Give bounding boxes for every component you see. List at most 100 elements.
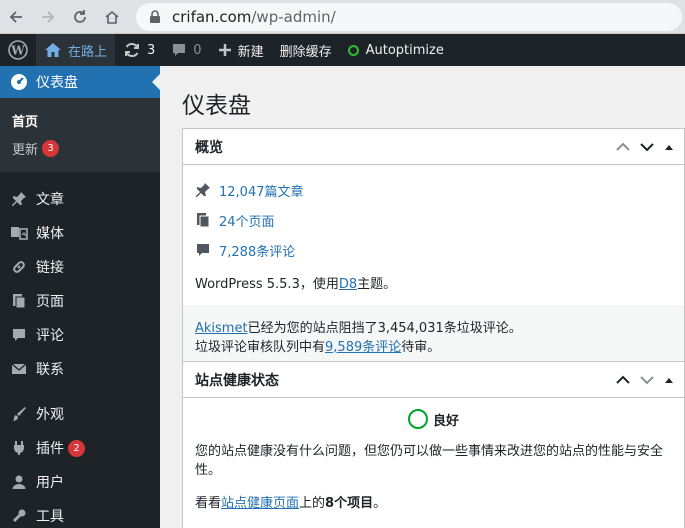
move-up-button[interactable] — [616, 375, 630, 385]
widget-header: 站点健康状态 — [183, 362, 684, 398]
sidebar-item-label: 媒体 — [36, 226, 64, 242]
glance-list: 12,047篇文章 24个页面 7,288条评论 — [183, 165, 684, 265]
updates-badge: 3 — [42, 139, 60, 157]
url-host: crifan.com — [172, 8, 252, 26]
comment-bubble-icon — [171, 42, 187, 58]
comments-count: 7,288条评论 — [219, 244, 296, 260]
chevron-down-icon — [640, 376, 654, 385]
plugins-badge: 2 — [68, 439, 85, 457]
back-button[interactable] — [0, 0, 32, 34]
sidebar-item-comments[interactable]: 评论 — [0, 318, 160, 352]
autoptimize-link[interactable]: Autoptimize — [340, 34, 452, 66]
wrench-icon — [10, 508, 28, 524]
sidebar-item-media[interactable]: 媒体 — [0, 216, 160, 250]
updates-icon — [123, 41, 141, 59]
reload-button[interactable] — [64, 0, 96, 34]
health-status: 良好 — [183, 408, 684, 430]
submenu-item-updates[interactable]: 更新 3 — [0, 134, 160, 162]
sidebar-item-users[interactable]: 用户 — [0, 465, 160, 499]
paintbrush-icon — [10, 406, 28, 422]
chevron-up-icon — [616, 142, 630, 151]
sidebar-item-label: 工具 — [36, 509, 64, 525]
wordpress-version-text: WordPress 5.5.3，使用D8主题。 — [183, 265, 684, 306]
dashboard-submenu: 首页 更新 3 — [0, 98, 160, 172]
theme-link[interactable]: D8 — [339, 277, 357, 292]
updates-link[interactable]: 3 — [115, 34, 163, 66]
health-status-label: 良好 — [432, 413, 459, 429]
posts-count-link[interactable]: 12,047篇文章 — [195, 175, 435, 205]
sidebar-item-label: 评论 — [36, 328, 64, 344]
sidebar-item-label: 文章 — [36, 192, 64, 208]
move-down-button[interactable] — [640, 142, 654, 152]
queue-suffix: 待审。 — [401, 340, 441, 355]
admin-sidebar: 仪表盘 首页 更新 3 文章 媒体 链接 页面 评论 联系 外观 插件 2 用户… — [0, 66, 160, 528]
sidebar-item-appearance[interactable]: 外观 — [0, 397, 160, 431]
health-more-text: 看看站点健康页面上的8个项目。 — [183, 480, 684, 511]
sidebar-item-label: 链接 — [36, 260, 64, 276]
posts-count: 12,047篇文章 — [219, 184, 304, 200]
pushpin-icon — [195, 182, 211, 198]
toggle-panel-button[interactable] — [664, 143, 674, 151]
plugin-icon — [10, 440, 28, 456]
pages-icon — [10, 293, 28, 309]
chevron-down-icon — [640, 143, 654, 152]
sidebar-item-contact[interactable]: 联系 — [0, 352, 160, 386]
more-suffix: 。 — [373, 496, 387, 511]
sidebar-item-label: 用户 — [36, 475, 64, 491]
comment-bubble-icon — [195, 242, 211, 258]
home-button[interactable] — [96, 0, 128, 34]
akismet-blocked-line: Akismet已经为您的站点阻挡了3,454,031条垃圾评论。 — [195, 319, 672, 338]
site-name: 在路上 — [68, 44, 108, 60]
sidebar-item-label: 联系 — [36, 362, 64, 378]
wp-admin-bar: W 在路上 3 0 新建 删除缓存 Autoptimize — [0, 34, 685, 66]
svg-text:W: W — [10, 44, 25, 58]
widget-title: 站点健康状态 — [195, 372, 279, 389]
wordpress-logo-button[interactable]: W — [0, 34, 36, 66]
forward-button[interactable] — [32, 0, 64, 34]
sidebar-item-tools[interactable]: 工具 — [0, 499, 160, 528]
sidebar-item-label: 仪表盘 — [36, 75, 78, 91]
comments-count: 0 — [193, 42, 202, 58]
new-content-link[interactable]: 新建 — [210, 34, 272, 66]
akismet-text: 已经为您的站点阻挡了3,454,031条垃圾评论。 — [247, 321, 522, 336]
pages-count-link[interactable]: 24个页面 — [195, 205, 435, 235]
media-icon — [10, 225, 28, 241]
status-circle-icon — [347, 44, 359, 56]
sidebar-item-label: 外观 — [36, 407, 64, 423]
pages-icon — [195, 212, 211, 228]
site-health-link[interactable]: 站点健康页面 — [221, 496, 299, 511]
sidebar-item-label: 插件 — [36, 441, 64, 457]
arrow-left-icon — [9, 10, 22, 23]
clear-cache-label: 删除缓存 — [279, 44, 332, 60]
sidebar-item-pages[interactable]: 页面 — [0, 284, 160, 318]
move-down-button[interactable] — [640, 375, 654, 385]
comments-count-link[interactable]: 7,288条评论 — [195, 235, 435, 265]
version-suffix: 主题。 — [357, 277, 397, 292]
health-description: 您的站点健康没有什么问题，但您仍可以做一些事情来改进您的站点的性能与安全性。 — [195, 444, 664, 478]
home-icon — [44, 41, 62, 59]
overview-widget: 概览 12,047篇文章 24个页面 7,288条评论 WordPress 5. — [182, 128, 685, 370]
sidebar-item-links[interactable]: 链接 — [0, 250, 160, 284]
envelope-icon — [10, 362, 28, 376]
dashboard-gauge-icon — [10, 73, 28, 91]
move-up-button[interactable] — [616, 142, 630, 152]
arrow-right-icon — [42, 10, 55, 23]
sidebar-item-dashboard[interactable]: 仪表盘 — [0, 66, 160, 98]
address-bar[interactable]: crifan.com/wp-admin/ — [136, 3, 682, 31]
new-label: 新建 — [237, 44, 264, 60]
clear-cache-link[interactable]: 删除缓存 — [272, 34, 340, 66]
akismet-link[interactable]: Akismet — [195, 321, 248, 336]
site-name-link[interactable]: 在路上 — [36, 34, 116, 66]
sidebar-item-plugins[interactable]: 插件 2 — [0, 431, 160, 465]
queue-prefix: 垃圾评论审核队列中有 — [195, 340, 326, 355]
sidebar-item-posts[interactable]: 文章 — [0, 182, 160, 216]
submenu-item-home[interactable]: 首页 — [0, 106, 160, 134]
autoptimize-label: Autoptimize — [365, 42, 444, 58]
toggle-panel-button[interactable] — [664, 376, 674, 384]
spam-queue-link[interactable]: 9,589条评论 — [325, 340, 401, 355]
more-mid: 上的 — [299, 496, 326, 511]
comments-link[interactable]: 0 — [163, 34, 209, 66]
akismet-panel: Akismet已经为您的站点阻挡了3,454,031条垃圾评论。 垃圾评论审核队… — [183, 306, 684, 369]
pushpin-icon — [10, 191, 28, 207]
link-icon — [10, 259, 28, 275]
